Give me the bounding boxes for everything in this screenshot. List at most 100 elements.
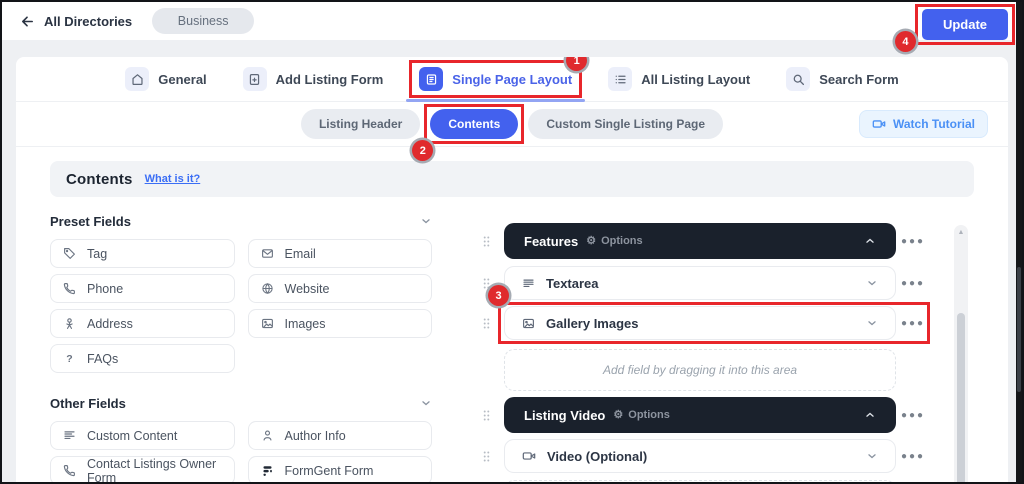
drag-handle-icon[interactable] <box>472 317 504 330</box>
drag-handle-icon[interactable] <box>472 235 504 248</box>
field-chip-label: FormGent Form <box>285 464 374 478</box>
field-chip-label: Address <box>87 317 133 331</box>
group-options-button[interactable]: ⚙ Options <box>586 235 642 247</box>
tab-label: Search Form <box>819 72 898 87</box>
gear-icon: ⚙ <box>613 410 623 421</box>
layout-builder: Features ⚙ Options ●●● <box>432 223 974 484</box>
field-chip-author-info[interactable]: Author Info <box>248 421 433 450</box>
tab-label: General <box>158 72 206 87</box>
field-chip-formgent-form[interactable]: FormGent Form <box>248 456 433 484</box>
field-chip-contact-owner-form[interactable]: Contact Listings Owner Form <box>50 456 235 484</box>
settings-card: General Add Listing Form Single Page Lay… <box>16 57 1008 484</box>
options-label: Options <box>628 409 670 421</box>
group-title: Listing Video <box>524 408 605 423</box>
contents-panel: Contents What is it? Preset Fields <box>16 147 1008 484</box>
formgent-icon <box>261 464 274 477</box>
align-left-icon <box>63 429 76 442</box>
kebab-menu-icon[interactable]: ●●● <box>896 236 930 247</box>
tab-general[interactable]: General <box>125 67 206 91</box>
group-row-listing-video: Listing Video ⚙ Options ●●● <box>472 397 930 433</box>
field-chip-custom-content[interactable]: Custom Content <box>50 421 235 450</box>
fields-sidebar: Preset Fields Tag Email <box>50 213 432 484</box>
preset-fields-grid: Tag Email Phone Website <box>50 239 432 373</box>
scroll-up-arrow-icon[interactable]: ▲ <box>954 229 968 236</box>
what-is-it-link[interactable]: What is it? <box>145 173 201 185</box>
group-options-button[interactable]: ⚙ Options <box>613 409 669 421</box>
list-icon <box>608 67 632 91</box>
browser-scrollbar[interactable] <box>1016 2 1022 482</box>
field-chip-phone[interactable]: Phone <box>50 274 235 303</box>
annotation-badge-1: 1 <box>566 57 587 71</box>
watch-tutorial-button[interactable]: Watch Tutorial <box>859 110 988 138</box>
field-box-textarea[interactable]: Textarea <box>504 266 896 300</box>
field-chip-email[interactable]: Email <box>248 239 433 268</box>
field-box-gallery-images[interactable]: Gallery Images <box>504 306 896 340</box>
gear-icon: ⚙ <box>586 236 596 247</box>
app-frame: All Directories Business Update 4 Genera… <box>0 0 1024 484</box>
browser-scrollbar-thumb[interactable] <box>1017 267 1021 392</box>
chevron-up-icon[interactable] <box>864 235 876 247</box>
kebab-menu-icon[interactable]: ●●● <box>896 451 930 462</box>
tab-all-listing-layout[interactable]: All Listing Layout <box>608 67 750 91</box>
field-row-gallery-images: Gallery Images ●●● 3 <box>472 306 930 340</box>
chevron-down-icon[interactable] <box>866 317 878 329</box>
field-dropzone[interactable]: Add field by dragging it into this area <box>504 349 896 391</box>
preset-fields-title: Preset Fields <box>50 214 131 229</box>
field-label: Gallery Images <box>546 316 639 331</box>
field-label: Textarea <box>546 276 599 291</box>
tab-add-listing-form[interactable]: Add Listing Form <box>243 67 384 91</box>
update-button-wrap: Update 4 <box>922 9 1008 40</box>
group-title: Features <box>524 234 578 249</box>
update-button[interactable]: Update <box>922 9 1008 40</box>
subtab-custom-single-listing-page[interactable]: Custom Single Listing Page <box>528 109 723 139</box>
phone-icon <box>63 464 76 477</box>
back-to-directories[interactable]: All Directories <box>20 14 132 29</box>
options-label: Options <box>601 235 643 247</box>
svg-text:?: ? <box>66 353 72 365</box>
kebab-menu-icon[interactable]: ●●● <box>896 410 930 421</box>
contents-banner: Contents What is it? <box>50 161 974 197</box>
field-chip-images[interactable]: Images <box>248 309 433 338</box>
field-chip-tag[interactable]: Tag <box>50 239 235 268</box>
email-icon <box>261 247 274 260</box>
other-fields-header[interactable]: Other Fields <box>50 395 432 411</box>
field-dropzone[interactable] <box>504 480 896 484</box>
tab-single-page-layout[interactable]: Single Page Layout 1 <box>419 67 572 91</box>
textarea-icon <box>522 277 535 290</box>
subtab-listing-header[interactable]: Listing Header <box>301 109 420 139</box>
globe-icon <box>261 282 274 295</box>
other-fields-title: Other Fields <box>50 396 126 411</box>
preset-fields-header[interactable]: Preset Fields <box>50 213 432 229</box>
drag-handle-icon[interactable] <box>472 409 504 422</box>
builder-scrollbar[interactable]: ▲ <box>954 225 968 484</box>
tab-label: Single Page Layout <box>452 72 572 87</box>
gallery-icon <box>522 317 535 330</box>
field-chip-label: Email <box>285 247 316 261</box>
scrollbar-thumb[interactable] <box>957 313 965 484</box>
primary-tabs: General Add Listing Form Single Page Lay… <box>16 57 1008 102</box>
drag-handle-icon[interactable] <box>472 450 504 463</box>
kebab-menu-icon[interactable]: ●●● <box>896 278 930 289</box>
field-chip-website[interactable]: Website <box>248 274 433 303</box>
subtab-contents[interactable]: Contents 2 <box>430 109 518 139</box>
back-label: All Directories <box>44 14 132 29</box>
field-chip-label: FAQs <box>87 352 118 366</box>
chevron-up-icon[interactable] <box>864 409 876 421</box>
watch-tutorial-label: Watch Tutorial <box>893 117 975 131</box>
directory-chip[interactable]: Business <box>152 8 254 34</box>
field-chip-faqs[interactable]: ? FAQs <box>50 344 235 373</box>
video-camera-icon <box>872 117 886 131</box>
phone-icon <box>63 282 76 295</box>
field-box-video-optional[interactable]: Video (Optional) <box>504 439 896 473</box>
person-pin-icon <box>63 317 76 330</box>
chevron-down-icon <box>420 397 432 409</box>
kebab-menu-icon[interactable]: ●●● <box>896 318 930 329</box>
layout-icon <box>419 67 443 91</box>
field-chip-address[interactable]: Address <box>50 309 235 338</box>
group-header-features[interactable]: Features ⚙ Options <box>504 223 896 259</box>
chevron-down-icon[interactable] <box>866 450 878 462</box>
group-header-listing-video[interactable]: Listing Video ⚙ Options <box>504 397 896 433</box>
chevron-down-icon[interactable] <box>866 277 878 289</box>
tab-search-form[interactable]: Search Form <box>786 67 898 91</box>
topbar: All Directories Business Update 4 <box>2 2 1022 40</box>
